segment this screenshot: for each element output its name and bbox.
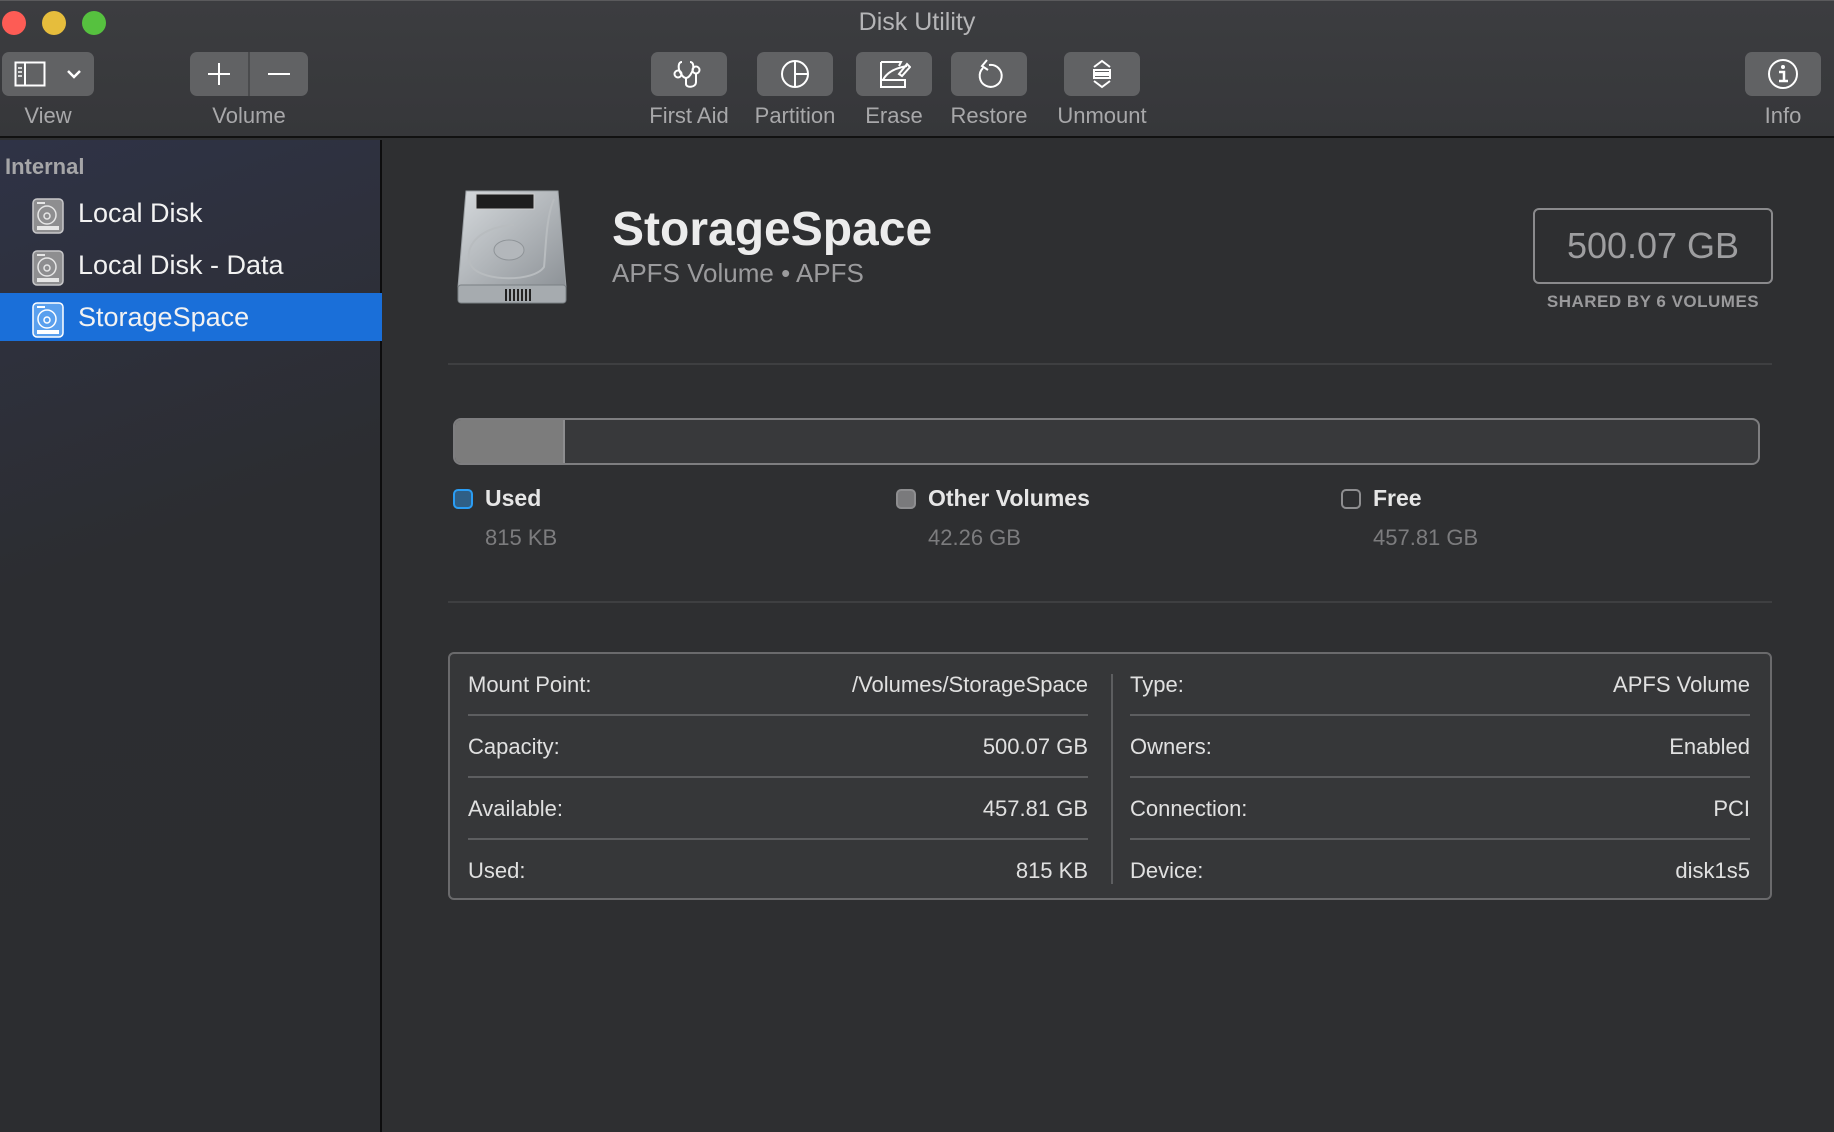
separator [448, 363, 1772, 365]
remove-volume-button[interactable] [250, 52, 308, 96]
sidebar-item-label: Local Disk - Data [78, 249, 284, 280]
info-value: 815 KB [1015, 858, 1088, 883]
info-icon [1767, 58, 1799, 90]
volume-segmented-control [190, 52, 308, 96]
column-divider [1111, 674, 1113, 884]
info-key: Connection: [1130, 796, 1248, 821]
info-column-left: Mount Point: /Volumes/StorageSpace Capac… [468, 654, 1088, 898]
restore-label: Restore [950, 103, 1028, 128]
erase-label: Erase [865, 103, 923, 128]
info-row-available: Available: 457.81 GB [468, 778, 1088, 840]
info-row-device: Device: disk1s5 [1130, 840, 1750, 902]
volume-detail-pane: StorageSpace APFS Volume • APFS 500.07 G… [384, 140, 1834, 1132]
hard-disk-icon [31, 197, 65, 235]
stethoscope-icon [672, 58, 706, 90]
hard-disk-icon [31, 249, 65, 287]
legend-value: 815 KB [485, 525, 558, 550]
legend-label: Free [1373, 485, 1422, 511]
info-key: Capacity: [468, 734, 560, 759]
partition-button[interactable] [757, 52, 833, 96]
sidebar: Internal Local Disk Local Disk - Data St… [0, 140, 382, 1132]
info-key: Available: [468, 796, 563, 821]
info-row-used: Used: 815 KB [468, 840, 1088, 902]
legend-label: Used [485, 485, 542, 511]
sidebar-item-label: StorageSpace [78, 301, 250, 332]
info-value: PCI [1713, 796, 1750, 821]
used-swatch-icon [453, 489, 473, 509]
capacity-badge: 500.07 GB [1533, 208, 1773, 284]
minus-icon [268, 73, 290, 75]
unmount-button[interactable] [1064, 52, 1140, 96]
sidebar-item-local-disk-data[interactable]: Local Disk - Data [0, 241, 382, 289]
hard-drive-image-icon [454, 187, 569, 307]
info-column-right: Type: APFS Volume Owners: Enabled Connec… [1130, 654, 1750, 898]
erase-button[interactable] [856, 52, 932, 96]
info-key: Mount Point: [468, 672, 592, 697]
info-row-capacity: Capacity: 500.07 GB [468, 716, 1088, 778]
view-button[interactable] [2, 52, 94, 96]
view-label: View [24, 103, 72, 128]
info-row-type: Type: APFS Volume [1130, 654, 1750, 716]
usage-bar [453, 418, 1760, 465]
first-aid-label: First Aid [649, 103, 729, 128]
plus-icon [208, 63, 230, 85]
unmount-icon [1090, 58, 1114, 90]
restore-arrow-icon [973, 58, 1005, 90]
pie-partition-icon [779, 58, 811, 90]
erase-pencil-icon [877, 58, 911, 90]
sidebar-item-storagespace[interactable]: StorageSpace [0, 293, 382, 341]
restore-button[interactable] [951, 52, 1027, 96]
other-volumes-swatch-icon [896, 489, 916, 509]
sidebar-section-internal: Internal [5, 154, 85, 179]
volume-name: StorageSpace [612, 203, 933, 256]
usage-bar-other-volumes-fill [455, 420, 566, 463]
sidebar-item-label: Local Disk [78, 197, 203, 228]
info-value: /Volumes/StorageSpace [851, 672, 1088, 697]
info-value: 457.81 GB [982, 796, 1088, 821]
info-key: Used: [468, 858, 526, 883]
info-value: APFS Volume [1613, 672, 1750, 697]
info-row-mount-point: Mount Point: /Volumes/StorageSpace [468, 654, 1088, 716]
separator [448, 601, 1772, 603]
window-title: Disk Utility [858, 8, 976, 36]
volume-label: Volume [212, 103, 286, 128]
info-label: Info [1764, 103, 1802, 128]
volume-info-table: Mount Point: /Volumes/StorageSpace Capac… [448, 652, 1772, 900]
legend-value: 457.81 GB [1373, 525, 1479, 550]
info-value: Enabled [1669, 734, 1750, 759]
info-key: Device: [1130, 858, 1204, 883]
hard-disk-icon [31, 301, 65, 339]
info-row-owners: Owners: Enabled [1130, 716, 1750, 778]
shared-volumes-note: SHARED BY 6 VOLUMES [1546, 292, 1760, 311]
legend-label: Other Volumes [928, 485, 1090, 511]
info-row-connection: Connection: PCI [1130, 778, 1750, 840]
sidebar-item-local-disk[interactable]: Local Disk [0, 189, 382, 237]
sidebar-icon [14, 61, 46, 87]
unmount-label: Unmount [1057, 103, 1147, 128]
add-volume-button[interactable] [190, 52, 248, 96]
info-value: disk1s5 [1675, 858, 1750, 883]
partition-label: Partition [754, 103, 836, 128]
info-key: Owners: [1130, 734, 1212, 759]
volume-type-subtitle: APFS Volume • APFS [612, 258, 864, 288]
first-aid-button[interactable] [651, 52, 727, 96]
chevron-down-icon[interactable] [66, 68, 82, 80]
info-value: 500.07 GB [982, 734, 1088, 759]
toolbar: Disk Utility View Volume First Aid Parti… [0, 0, 1834, 138]
legend-value: 42.26 GB [928, 525, 1021, 550]
info-button[interactable] [1745, 52, 1821, 96]
disk-utility-window: Disk Utility View Volume First Aid Parti… [0, 0, 1834, 1132]
info-key: Type: [1130, 672, 1184, 697]
free-swatch-icon [1341, 489, 1361, 509]
